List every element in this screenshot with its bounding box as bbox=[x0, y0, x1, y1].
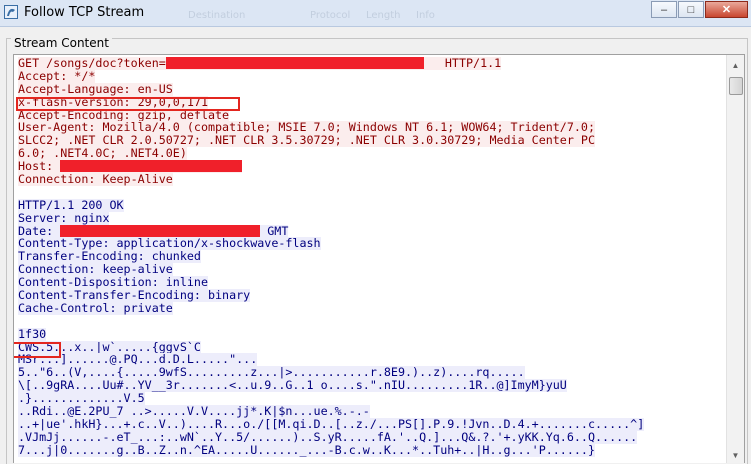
req-user-agent-segment: User-Agent: Mozilla/4.0 (compatible; MSI… bbox=[18, 120, 595, 135]
token-redacted bbox=[165, 57, 424, 69]
resp-content-type-segment: Content-Type: application/x-shockwave-fl… bbox=[18, 236, 321, 251]
maximize-icon: □ bbox=[687, 3, 695, 16]
resp-content-transfer-encoding-segment: Content-Transfer-Encoding: binary bbox=[18, 288, 251, 303]
resp-bin-3-segment: \[..9gRA....Uu#..YV__3r.......<..u.9..G.… bbox=[18, 378, 567, 393]
resp-server-segment: Server: nginx bbox=[18, 210, 110, 225]
response-line-resp-cache-control: Cache-Control: private bbox=[18, 300, 730, 315]
resp-transfer-encoding-segment: Transfer-Encoding: chunked bbox=[18, 249, 201, 264]
resp-bin-4-segment: .}.............V.5 bbox=[18, 391, 145, 406]
response-line-resp-blank bbox=[18, 186, 730, 199]
req-connection-segment: Connection: Keep-Alive bbox=[18, 172, 173, 187]
close-button[interactable]: ✕ bbox=[705, 1, 748, 18]
req-host-segment: Host: bbox=[18, 159, 61, 174]
req-get-segment: GET /songs/doc?token= bbox=[18, 56, 166, 70]
host-redacted bbox=[60, 160, 243, 173]
resp-chunk-size-segment: 1f30 bbox=[18, 326, 47, 341]
resp-bin-8-text: 7...j|0.......g..B..Z..n.^EA.....U......… bbox=[18, 442, 595, 457]
scroll-up-arrow-icon[interactable]: ▲ bbox=[727, 57, 744, 74]
resp-bin-6-segment: ..+|ue'.hkH}...+.c..V..)....R...o./[[M.q… bbox=[18, 416, 645, 431]
response-line-resp-bin-8: 7...j|0.......g..B..Z..n.^EA.....U......… bbox=[18, 442, 730, 457]
request-line-req-connection: Connection: Keep-Alive bbox=[18, 173, 730, 186]
request-line-req-get: GET /songs/doc?token= HTTP/1.1 bbox=[18, 57, 730, 70]
scroll-down-arrow-icon[interactable]: ▼ bbox=[727, 447, 744, 463]
ghost-column-length: Length bbox=[366, 10, 401, 21]
resp-date-segment: GMT bbox=[260, 223, 289, 238]
resp-bin-7-segment: .VJmJj......-.eT_...:..wN`..Y..5/......)… bbox=[18, 429, 638, 444]
scrollbar-thumb[interactable] bbox=[729, 77, 743, 95]
resp-date-segment: Date: bbox=[18, 223, 61, 238]
ghost-column-destination: Destination bbox=[188, 10, 246, 21]
resp-status-segment: HTTP/1.1 200 OK bbox=[18, 197, 124, 212]
resp-cache-control-text: Cache-Control: private bbox=[18, 300, 173, 315]
flash-version-highlight-box bbox=[16, 97, 240, 111]
resp-connection-segment: Connection: keep-alive bbox=[18, 262, 173, 277]
cws-signature-highlight-box bbox=[14, 342, 61, 358]
req-user-agent-3-segment: 6.0; .NET4.0C; .NET4.0E) bbox=[18, 146, 187, 161]
date-redacted bbox=[60, 224, 261, 237]
resp-cache-control-segment: Cache-Control: private bbox=[18, 300, 173, 315]
req-connection-text: Connection: Keep-Alive bbox=[18, 173, 173, 186]
maximize-button[interactable]: □ bbox=[678, 1, 704, 18]
resp-content-disposition-segment: Content-Disposition: inline bbox=[18, 275, 208, 290]
ghost-column-protocol: Protocol bbox=[310, 10, 351, 21]
resp-bin-8-segment: 7...j|0.......g..B..Z..n.^EA.....U......… bbox=[18, 442, 595, 457]
req-get-segment: HTTP/1.1 bbox=[423, 56, 502, 70]
stream-content-textarea[interactable]: GET /songs/doc?token= HTTP/1.1 Accept: */… bbox=[13, 54, 745, 463]
stream-text[interactable]: GET /songs/doc?token= HTTP/1.1 Accept: */… bbox=[18, 57, 730, 457]
vertical-scrollbar[interactable]: ▲ ▼ bbox=[726, 55, 744, 463]
minimize-button[interactable]: – bbox=[651, 1, 677, 18]
request-line-req-user-agent-3: 6.0; .NET4.0C; .NET4.0E) bbox=[18, 146, 730, 161]
resp-bin-5-segment: ..Rdi..@E.2PU_7 ..>.....V.V....jj*.K|$n.… bbox=[18, 404, 370, 419]
req-user-agent-2-segment: SLCC2; .NET CLR 2.0.50727; .NET CLR 3.5.… bbox=[18, 133, 595, 148]
minimize-icon: – bbox=[660, 3, 668, 16]
stream-content-label: Stream Content bbox=[11, 36, 112, 50]
response-line-resp-blank-2 bbox=[18, 315, 730, 328]
response-line-resp-status: HTTP/1.1 200 OK bbox=[18, 197, 730, 212]
req-accept-language-segment: Accept-Language: en-US bbox=[18, 81, 173, 96]
wireshark-fin-icon bbox=[4, 5, 18, 19]
response-line-resp-server: Server: nginx bbox=[18, 210, 730, 225]
ghost-column-info: Info bbox=[416, 10, 435, 21]
title-bar: Follow TCP Stream Destination Protocol L… bbox=[0, 0, 751, 27]
window-title: Follow TCP Stream bbox=[24, 5, 145, 20]
close-icon: ✕ bbox=[721, 4, 732, 16]
resp-bin-2-segment: 5.."6..(V,....{.....9wfS.........z...|>.… bbox=[18, 365, 525, 380]
req-accept-segment: Accept: */* bbox=[18, 68, 96, 83]
